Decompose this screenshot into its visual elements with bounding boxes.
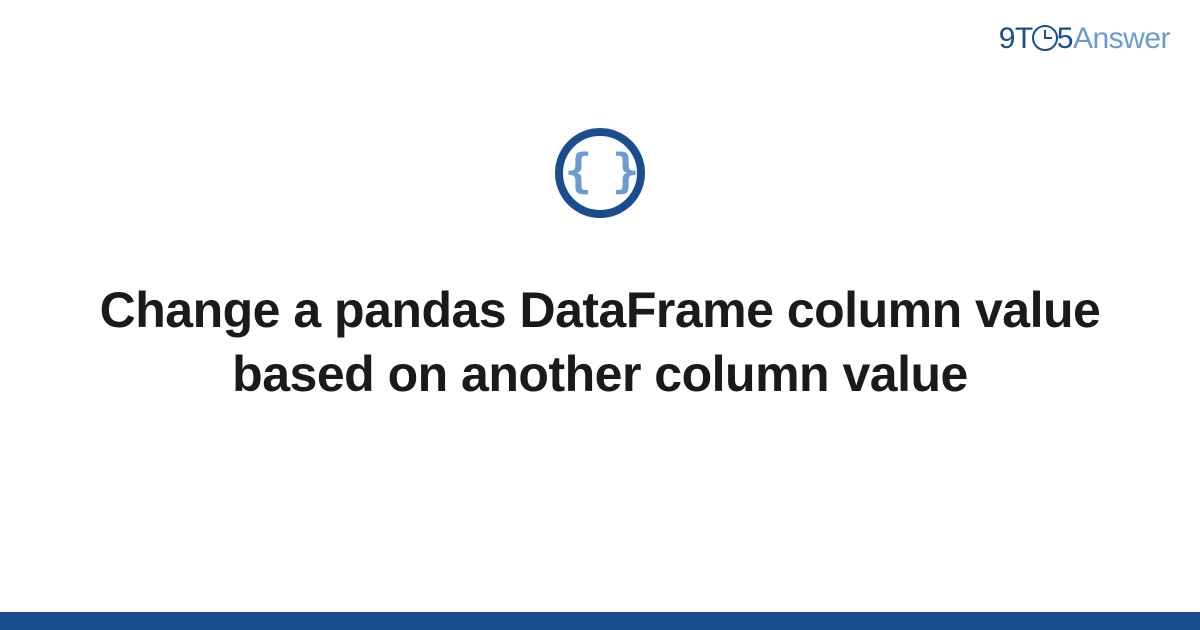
bottom-accent-bar: [0, 612, 1200, 630]
logo-text-5: 5: [1057, 22, 1073, 55]
page-title: Change a pandas DataFrame column value b…: [60, 278, 1140, 406]
logo-text-9t: 9T: [999, 22, 1033, 55]
code-braces-icon: { }: [555, 128, 645, 218]
braces-glyph: { }: [564, 148, 635, 194]
clock-icon: [1032, 25, 1058, 51]
logo-text-answer: Answer: [1073, 22, 1170, 55]
site-logo: 9T 5Answer: [999, 22, 1170, 56]
